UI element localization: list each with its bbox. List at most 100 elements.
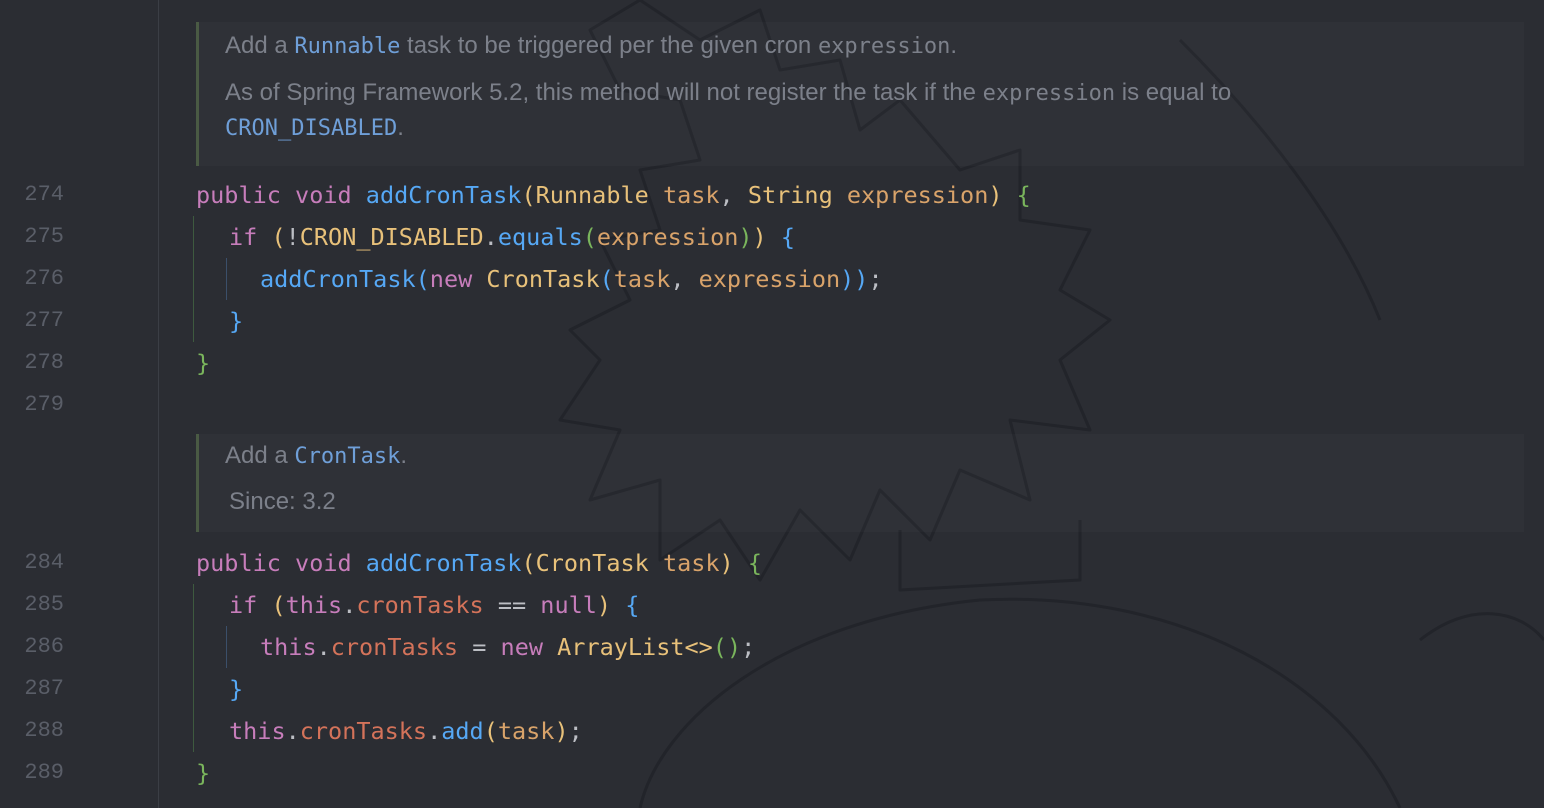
doc-since: Since: 3.2 (229, 488, 336, 515)
code-line-287[interactable]: } (229, 668, 243, 710)
method-name[interactable]: addCronTask (366, 549, 522, 577)
line-number: 284 (24, 550, 64, 575)
doc-code: expression (982, 81, 1116, 106)
doc-text: As of Spring Framework 5.2, this method … (225, 79, 983, 106)
dot: . (427, 717, 442, 745)
code-line-274[interactable]: public void addCronTask(Runnable task, S… (196, 174, 1031, 216)
line-number: 275 (24, 224, 64, 249)
line-number: 286 (24, 634, 64, 659)
keyword: this (229, 717, 286, 745)
doc-text: Add a (225, 442, 295, 469)
method-name[interactable]: addCronTask (366, 181, 522, 209)
code-line-284[interactable]: public void addCronTask(CronTask task) { (196, 542, 762, 584)
doc-text: . (400, 442, 408, 469)
paren: ( (521, 181, 536, 209)
code-line-288[interactable]: this.cronTasks.add(task); (229, 710, 583, 752)
field-name[interactable]: cronTasks (331, 633, 458, 661)
method-name[interactable]: add (441, 717, 483, 745)
paren: ) (988, 181, 1003, 209)
brace: } (196, 759, 211, 787)
type-name[interactable]: CronTask (536, 549, 649, 577)
paren: ( (483, 717, 498, 745)
line-number: 285 (24, 592, 64, 617)
code-line-278[interactable]: } (196, 342, 210, 384)
brace: { (1016, 181, 1031, 209)
comma: , (670, 265, 699, 293)
semicolon: ; (868, 265, 883, 293)
code-line-276[interactable]: addCronTask(new CronTask(task, expressio… (260, 258, 883, 300)
method-name[interactable]: addCronTask (260, 265, 416, 293)
line-number: 277 (24, 308, 64, 333)
keyword: new (429, 265, 473, 293)
type-name[interactable]: String (748, 181, 833, 209)
doc-code-link[interactable]: Runnable (294, 34, 400, 59)
paren: ) (752, 223, 767, 251)
keyword: null (540, 591, 597, 619)
paren: ( (271, 223, 286, 251)
code-line-285[interactable]: if (this.cronTasks == null) { (229, 584, 639, 626)
line-number: 268 (0, 0, 64, 12)
gutter-divider (158, 0, 159, 808)
parameter: task (662, 549, 720, 577)
line-number: 279 (24, 392, 64, 417)
doc-code-link[interactable]: CronTask (294, 444, 400, 469)
dot: . (342, 591, 357, 619)
doc-line: CRON_DISABLED. (225, 114, 404, 142)
paren: ) (840, 265, 855, 293)
keyword: public (196, 549, 281, 577)
operator: == (483, 591, 541, 619)
type-name[interactable]: Runnable (536, 181, 649, 209)
line-number: 288 (24, 718, 64, 743)
type-name[interactable]: ArrayList (557, 633, 684, 661)
line-number: 289 (24, 760, 64, 785)
doc-text: Add a (225, 32, 295, 59)
paren: ) (738, 223, 753, 251)
paren: ( (415, 265, 430, 293)
code-line-275[interactable]: if (!CRON_DISABLED.equals(expression)) { (229, 216, 795, 258)
method-name[interactable]: equals (498, 223, 583, 251)
code-line-286[interactable]: this.cronTasks = new ArrayList<>(); (260, 626, 755, 668)
dot: . (285, 717, 300, 745)
type-name[interactable]: CronTask (486, 265, 599, 293)
parameter: expression (698, 265, 841, 293)
indent-guide (193, 216, 194, 342)
paren: ) (854, 265, 869, 293)
doc-text: task to be triggered per the given cron (400, 32, 818, 59)
brace: { (625, 591, 640, 619)
keyword: void (295, 181, 352, 209)
doc-line: Add a Runnable task to be triggered per … (225, 32, 957, 60)
keyword: void (295, 549, 352, 577)
line-number-gutter: 268 274 275 276 277 278 279 284 285 286 … (0, 0, 159, 808)
paren: ( (712, 633, 727, 661)
paren: ) (726, 633, 742, 661)
doc-code-link[interactable]: CRON_DISABLED (225, 116, 397, 141)
field-name[interactable]: cronTasks (300, 717, 427, 745)
line-number: 287 (24, 676, 64, 701)
brace: } (229, 307, 244, 335)
dot: . (483, 223, 498, 251)
paren: ( (521, 549, 536, 577)
paren: ( (582, 223, 597, 251)
keyword: if (229, 591, 258, 619)
line-number: 274 (24, 182, 64, 207)
constant[interactable]: CRON_DISABLED (300, 223, 484, 251)
line-number: 276 (24, 266, 64, 291)
field-name[interactable]: cronTasks (356, 591, 483, 619)
operator: ! (285, 223, 300, 251)
semicolon: ; (741, 633, 756, 661)
paren: ( (599, 265, 614, 293)
indent-guide (226, 626, 227, 668)
parameter: expression (846, 181, 989, 209)
doc-line: As of Spring Framework 5.2, this method … (225, 79, 1231, 107)
brace: } (229, 675, 244, 703)
parameter: expression (596, 223, 739, 251)
semicolon: ; (568, 717, 583, 745)
operator: = (458, 633, 501, 661)
code-line-277[interactable]: } (229, 300, 243, 342)
paren: ) (719, 549, 734, 577)
javadoc-block-addcrontask-crontask[interactable]: Add a CronTask. Since: 3.2 (196, 434, 1524, 532)
code-line-289[interactable]: } (196, 752, 210, 794)
keyword: if (229, 223, 258, 251)
javadoc-block-addcrontask-runnable[interactable]: Add a Runnable task to be triggered per … (196, 22, 1524, 166)
keyword: this (285, 591, 343, 619)
